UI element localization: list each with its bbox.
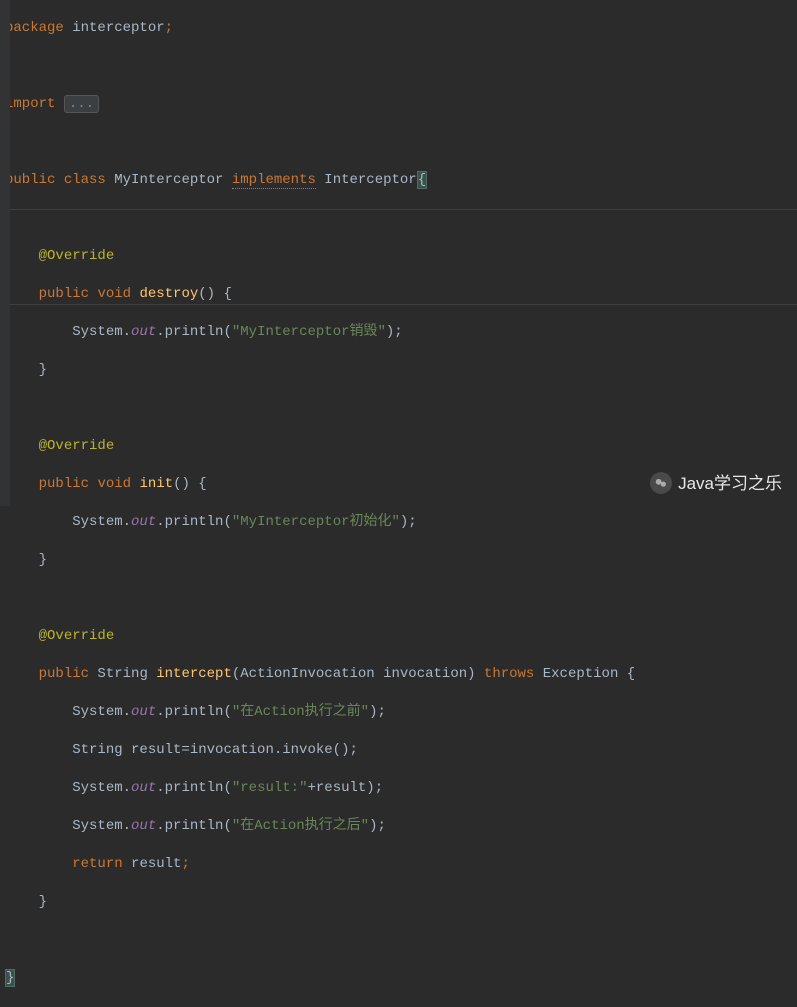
folded-imports[interactable]: ... [64,95,99,113]
code-line: System.out.println("在Action执行之前"); [5,703,797,722]
code-line: System.out.println("在Action执行之后"); [5,817,797,836]
keyword-import: import [5,96,55,112]
watermark-text: Java学习之乐 [678,474,782,493]
watermark: Java学习之乐 [650,472,782,494]
wechat-icon [650,472,672,494]
field-out: out [131,324,156,340]
code-line: @Override [5,437,797,456]
method-destroy: destroy [139,286,198,302]
code-line: package interceptor; [5,19,797,38]
string-literal: "result:" [232,780,308,796]
brace-match: } [5,969,15,987]
code-line [5,209,797,228]
keyword-public: public [5,172,55,188]
code-editor[interactable]: package interceptor; import ... public c… [0,0,797,1007]
string-literal: "在Action执行之后" [232,818,369,834]
annotation-override: @Override [39,248,115,264]
code-line: return result; [5,855,797,874]
code-line [5,133,797,152]
code-line: public String intercept(ActionInvocation… [5,665,797,684]
code-line [5,589,797,608]
string-literal: "MyInterceptor初始化" [232,514,400,530]
keyword-implements: implements [232,172,316,189]
keyword-throws: throws [484,666,534,682]
method-separator [10,304,797,305]
code-line: @Override [5,627,797,646]
code-line: } [5,361,797,380]
code-line: } [5,969,797,988]
brace-match: { [417,171,427,189]
code-line: String result=invocation.invoke(); [5,741,797,760]
method-separator [10,209,797,210]
code-line: public class MyInterceptor implements In… [5,171,797,190]
code-line: @Override [5,247,797,266]
keyword-package: package [5,20,64,36]
annotation-override: @Override [39,628,115,644]
annotation-override: @Override [39,438,115,454]
code-line: System.out.println("result:"+result); [5,779,797,798]
code-line: import ... [5,95,797,114]
code-line: System.out.println("MyInterceptor初始化"); [5,513,797,532]
keyword-void: void [97,286,131,302]
method-init: init [139,476,173,492]
code-line: public void destroy() { [5,285,797,304]
keyword-return: return [72,856,122,872]
editor-gutter [0,0,10,506]
code-line [5,57,797,76]
string-literal: "MyInterceptor销毁" [232,324,386,340]
method-intercept: intercept [156,666,232,682]
string-literal: "在Action执行之前" [232,704,369,720]
code-line [5,931,797,950]
code-line: } [5,551,797,570]
keyword-class: class [64,172,106,188]
code-line [5,399,797,418]
code-line: System.out.println("MyInterceptor销毁"); [5,323,797,342]
code-line: } [5,893,797,912]
